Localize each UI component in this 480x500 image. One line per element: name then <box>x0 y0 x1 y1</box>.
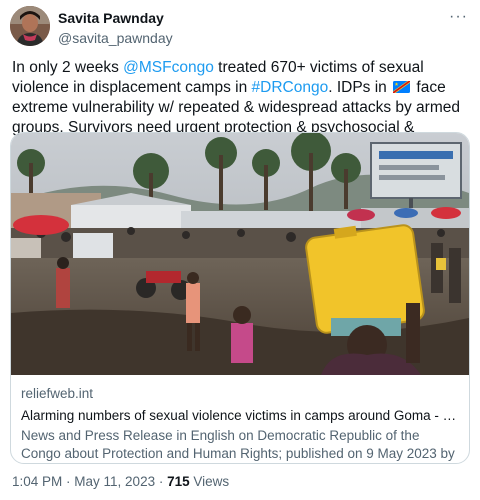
link-preview-card[interactable]: reliefweb.int Alarming numbers of sexual… <box>10 132 470 464</box>
author-display-name[interactable]: Savita Pawnday <box>58 9 173 27</box>
tweet-text-part: In only 2 weeks <box>12 59 124 76</box>
tweet-date[interactable]: May 11, 2023 <box>74 474 155 489</box>
tweet-time[interactable]: 1:04 PM <box>12 474 62 489</box>
card-title[interactable]: Alarming numbers of sexual violence vict… <box>21 407 459 425</box>
more-options-icon[interactable]: ··· <box>449 8 468 26</box>
author-name-block[interactable]: Savita Pawnday @savita_pawnday <box>58 9 173 47</box>
author-avatar[interactable] <box>10 6 50 46</box>
hashtag-link[interactable]: #DRCongo <box>252 79 329 96</box>
avatar-photo <box>10 6 50 46</box>
views-count: 715 <box>167 474 190 489</box>
tweet-meta: 1:04 PM · May 11, 2023 · 715 Views <box>12 474 229 489</box>
meta-separator: · <box>155 474 168 489</box>
meta-separator: · <box>62 474 75 489</box>
mention-link[interactable]: @MSFcongo <box>123 59 214 76</box>
tweet-text-part: . IDPs in <box>328 79 392 96</box>
card-image[interactable] <box>11 133 469 375</box>
author-handle[interactable]: @savita_pawnday <box>58 29 173 47</box>
drc-flag-icon <box>393 81 411 93</box>
card-description: News and Press Release in English on Dem… <box>21 428 455 461</box>
card-meta[interactable]: reliefweb.int Alarming numbers of sexual… <box>21 385 459 463</box>
card-domain: reliefweb.int <box>21 386 94 401</box>
views-label: Views <box>189 474 230 489</box>
